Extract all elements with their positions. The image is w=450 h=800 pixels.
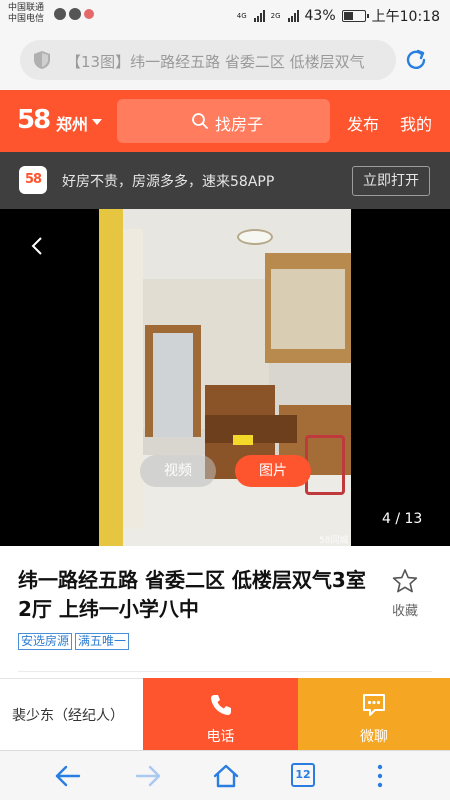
- photo-inner-room: [153, 333, 193, 437]
- call-button[interactable]: 电话: [143, 678, 298, 750]
- photo-tab[interactable]: 图片: [235, 455, 311, 487]
- notification-icons: [54, 8, 94, 20]
- tag-five-years: 满五唯一: [75, 633, 130, 650]
- browser-bottom-nav: 12: [0, 750, 450, 800]
- carrier-info: 中国联通 中国电信: [8, 3, 44, 25]
- forward-icon[interactable]: [134, 763, 162, 789]
- signal-1-icon: [253, 10, 265, 22]
- search-label: 找房子: [215, 115, 264, 134]
- site-header: 58 郑州 找房子 发布 我的: [0, 90, 450, 152]
- page: 中国联通 中国电信 4G 2G 43% 上午10:18 【13图】纬一路经五路 …: [0, 0, 450, 800]
- message-icon: [69, 8, 81, 20]
- photo-door-frame: [123, 229, 143, 529]
- photo-door: [99, 209, 123, 546]
- tabs-icon[interactable]: 12: [291, 763, 315, 787]
- carrier-1: 中国联通: [8, 3, 45, 13]
- agent-info[interactable]: 裴少东（经纪人）: [0, 678, 143, 750]
- chat-button[interactable]: 微聊: [298, 678, 450, 750]
- battery-icon: [341, 10, 369, 22]
- status-bar: 中国联通 中国电信 4G 2G 43% 上午10:18: [0, 0, 450, 30]
- photo-cabinet-glass: [271, 269, 345, 349]
- chat-icon: [363, 694, 385, 716]
- network-1-label: 4G: [236, 11, 247, 20]
- phone-icon: [210, 695, 231, 715]
- divider: [18, 671, 432, 672]
- photo-ceiling-lamp: [237, 229, 273, 245]
- back-icon[interactable]: [54, 763, 82, 789]
- home-icon[interactable]: [212, 763, 240, 789]
- site-logo[interactable]: 58: [17, 105, 51, 135]
- search-button[interactable]: 找房子: [117, 99, 330, 143]
- contact-bar: 裴少东（经纪人） 电话 微聊: [0, 678, 450, 750]
- browser-toolbar: 【13图】纬一路经五路 省委二区 低楼层双气: [0, 30, 450, 90]
- search-icon: [192, 113, 208, 129]
- health-icon: [54, 8, 66, 20]
- address-bar[interactable]: 【13图】纬一路经五路 省委二区 低楼层双气: [20, 40, 396, 80]
- chat-label: 微聊: [360, 729, 388, 745]
- listing-title: 纬一路经五路 省委二区 低楼层双气3室2厅 上纬一小学八中: [18, 568, 366, 621]
- url-text: 【13图】纬一路经五路 省委二区 低楼层双气: [66, 53, 365, 71]
- agent-name: 裴少东（经纪人）: [12, 708, 124, 724]
- signal-2-icon: [287, 10, 299, 22]
- more-icon[interactable]: [366, 763, 394, 789]
- battery-percent: 43%: [304, 8, 336, 24]
- photo-watermark: 58同城: [319, 536, 349, 546]
- shield-icon: [34, 51, 50, 69]
- photo-gallery[interactable]: 58同城 视频 图片 4 / 13: [0, 209, 450, 546]
- app-banner: 58 好房不贵，房源多多，速来58APP 立即打开: [0, 152, 450, 209]
- video-tab[interactable]: 视频: [140, 455, 216, 487]
- status-right: 4G 2G 43% 上午10:18: [237, 6, 440, 26]
- mine-link[interactable]: 我的: [400, 111, 432, 135]
- open-app-button[interactable]: 立即打开: [352, 166, 430, 196]
- city-selector[interactable]: 郑州: [56, 111, 88, 135]
- tag-verified: 安选房源: [18, 633, 73, 650]
- call-label: 电话: [206, 729, 235, 745]
- publish-link[interactable]: 发布: [347, 111, 379, 135]
- chevron-left-icon[interactable]: [30, 235, 44, 257]
- app-banner-text: 好房不贵，房源多多，速来58APP: [62, 174, 275, 190]
- listing-photo[interactable]: 58同城: [99, 209, 351, 546]
- clock: 上午10:18: [371, 9, 440, 25]
- favorite-button[interactable]: 收藏: [385, 568, 425, 619]
- network-2-label: 2G: [270, 11, 281, 20]
- app-logo: 58: [19, 166, 47, 194]
- photo-note: [233, 435, 253, 445]
- listing-tags: 安选房源 满五唯一: [18, 633, 130, 650]
- chevron-down-icon[interactable]: [92, 119, 102, 125]
- app-notification-icon: [84, 9, 94, 19]
- photo-counter: 4 / 13: [382, 511, 423, 527]
- favorite-label: 收藏: [391, 604, 418, 619]
- star-icon: [392, 569, 418, 593]
- carrier-2: 中国电信: [8, 14, 45, 24]
- reload-icon[interactable]: [403, 47, 429, 73]
- photo-chair: [305, 435, 345, 495]
